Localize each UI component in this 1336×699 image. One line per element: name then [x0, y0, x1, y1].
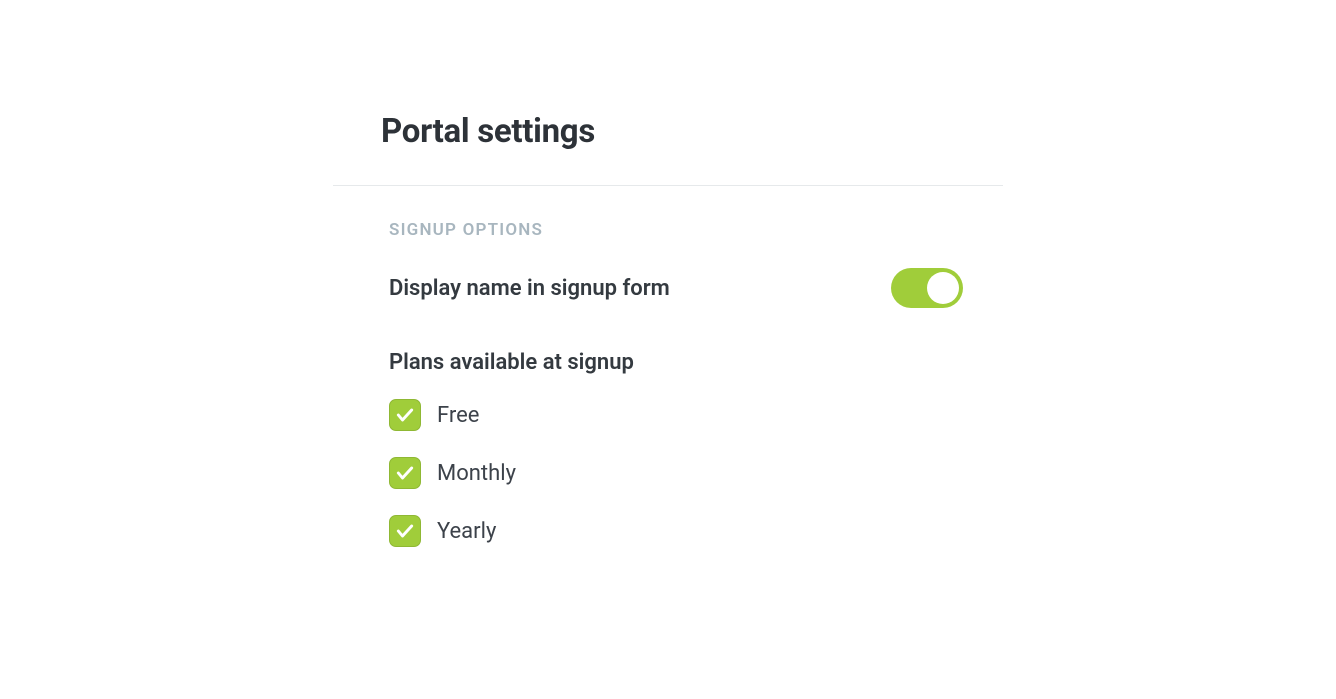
plans-heading: Plans available at signup	[389, 350, 963, 375]
plan-row-yearly: Yearly	[389, 515, 963, 547]
display-name-row: Display name in signup form	[389, 268, 963, 308]
toggle-knob	[927, 272, 959, 304]
page-title: Portal settings	[333, 0, 1003, 185]
plan-checkbox-free[interactable]	[389, 399, 421, 431]
check-icon	[395, 463, 415, 483]
plan-row-free: Free	[389, 399, 963, 431]
plan-label-monthly: Monthly	[437, 461, 516, 486]
plan-row-monthly: Monthly	[389, 457, 963, 489]
settings-panel: Portal settings SIGNUP OPTIONS Display n…	[333, 0, 1003, 573]
plan-label-yearly: Yearly	[437, 519, 496, 544]
display-name-toggle[interactable]	[891, 268, 963, 308]
plan-label-free: Free	[437, 403, 479, 428]
check-icon	[395, 405, 415, 425]
plan-checkbox-yearly[interactable]	[389, 515, 421, 547]
section-heading: SIGNUP OPTIONS	[389, 220, 963, 240]
signup-options-section: SIGNUP OPTIONS Display name in signup fo…	[333, 186, 1003, 547]
plan-checkbox-monthly[interactable]	[389, 457, 421, 489]
display-name-label: Display name in signup form	[389, 276, 670, 301]
check-icon	[395, 521, 415, 541]
